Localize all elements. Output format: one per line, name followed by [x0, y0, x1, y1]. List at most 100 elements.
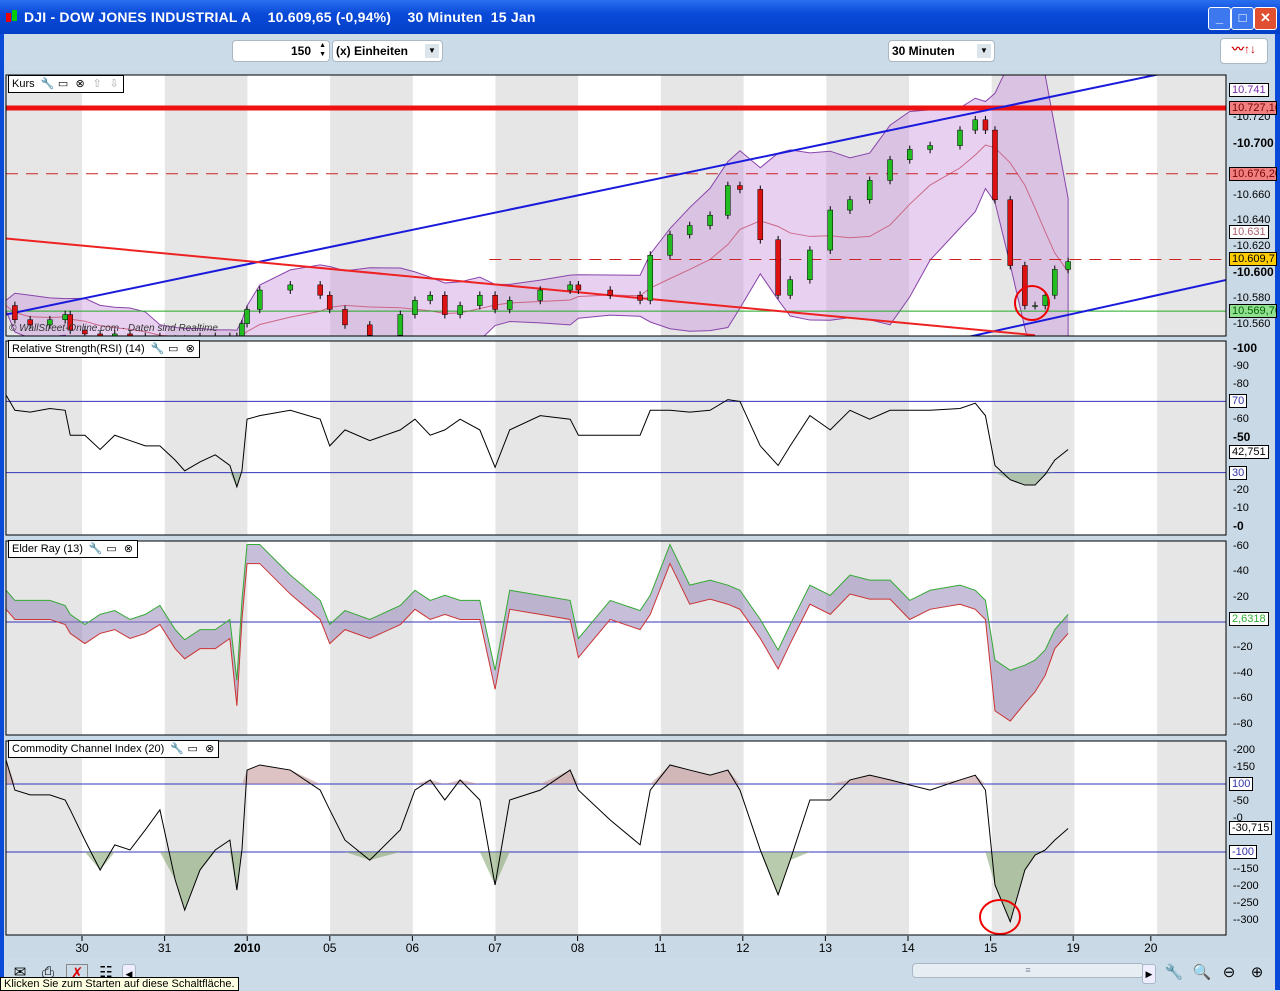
candle-body: [62, 314, 68, 320]
day-stripe: [991, 341, 1075, 535]
day-stripe: [164, 341, 248, 535]
date-label: 06: [405, 941, 420, 955]
close-circle-icon[interactable]: ⊗: [185, 343, 196, 355]
rsi-tick-label: -50: [1233, 430, 1251, 444]
day-stripe: [495, 341, 579, 535]
window-icon[interactable]: ▭: [168, 343, 179, 355]
price-value-badge: 10.609,7: [1229, 252, 1277, 267]
day-stripe: [6, 541, 82, 735]
zoom-fit-icon[interactable]: 🔍: [1192, 964, 1212, 982]
day-stripe: [1157, 75, 1226, 336]
rsi-level-badge: 70: [1229, 394, 1248, 409]
candle-body: [1065, 261, 1071, 270]
window-icon[interactable]: ▭: [58, 78, 69, 90]
candle-body: [787, 279, 793, 296]
panel-title-elder: Elder Ray (13): [12, 543, 83, 555]
candle-body: [707, 214, 713, 226]
rsi-tick-label: -60: [1233, 413, 1249, 426]
candle-body: [244, 309, 250, 324]
zoom-out-icon[interactable]: ⊖: [1219, 964, 1239, 982]
scroll-right-button[interactable]: ▶: [1142, 964, 1156, 984]
rsi-tick-label: -90: [1233, 359, 1249, 372]
panel-title-cci: Commodity Channel Index (20): [12, 743, 165, 755]
panel-title-rsi: Relative Strength(RSI) (14): [12, 343, 145, 355]
cci-tick-label: --250: [1233, 897, 1259, 909]
cci-level-badge: -100: [1229, 845, 1258, 859]
day-stripe: [330, 341, 413, 535]
panel-title-price: Kurs: [12, 78, 35, 90]
arrow-up-icon[interactable]: ⇧: [92, 78, 103, 90]
date-label: 30: [75, 941, 89, 955]
cci-tick-label: -150: [1233, 761, 1256, 773]
candle-body: [287, 284, 294, 291]
close-circle-icon[interactable]: ⊗: [75, 78, 86, 90]
date-label: 07: [488, 941, 502, 955]
price-tick-label: -10.620: [1233, 240, 1271, 253]
elder-tick-label: -40: [1233, 565, 1249, 578]
cci-last-value: -30,715: [1229, 821, 1273, 836]
day-stripe: [6, 341, 82, 535]
horizontal-scrollbar[interactable]: ≡: [912, 963, 1144, 978]
candle-body: [412, 300, 418, 315]
candle-body: [907, 149, 913, 161]
candle-body: [239, 323, 245, 336]
day-stripe: [826, 741, 909, 935]
candle-body: [397, 314, 404, 336]
candle-body: [257, 289, 263, 310]
candle-body: [807, 249, 813, 280]
close-circle-icon[interactable]: ⊗: [123, 543, 134, 555]
arrow-down-icon[interactable]: ⇩: [109, 78, 120, 90]
zoom-in-icon[interactable]: ⊕: [1247, 964, 1267, 982]
window-icon[interactable]: ▭: [106, 543, 117, 555]
candle-body: [457, 305, 463, 315]
wrench-icon[interactable]: 🔧: [41, 78, 55, 90]
candle-body: [317, 284, 323, 296]
chart-settings-icon[interactable]: 🔧: [1164, 964, 1184, 982]
rsi-tick-label: -80: [1233, 377, 1249, 390]
wrench-icon[interactable]: 🔧: [89, 543, 103, 555]
close-circle-icon[interactable]: ⊗: [204, 743, 215, 755]
day-stripe: [330, 741, 413, 935]
date-label: 05: [323, 941, 337, 955]
date-label: 2010: [233, 941, 261, 955]
price-value-badge: 10.676,20: [1229, 166, 1277, 181]
candle-body: [775, 239, 781, 296]
cci-level-badge: 100: [1229, 777, 1254, 791]
candle-body: [637, 294, 643, 301]
window-icon[interactable]: ▭: [187, 743, 198, 755]
day-stripe: [164, 741, 248, 935]
day-stripe: [826, 541, 909, 735]
candle-body: [492, 294, 498, 310]
elder-tick-label: --40: [1233, 666, 1253, 679]
price-tick-label: -10.560: [1233, 317, 1271, 330]
candle-body: [227, 337, 232, 338]
elder-tick-label: --60: [1233, 692, 1253, 705]
wrench-icon[interactable]: 🔧: [151, 343, 165, 355]
candle-body: [367, 324, 373, 336]
candle-body: [197, 337, 202, 340]
rsi-tick-label: -20: [1233, 484, 1249, 497]
candle-body: [567, 284, 573, 291]
candle-body: [957, 129, 963, 146]
candle-body: [866, 180, 873, 201]
cci-tick-label: --200: [1233, 880, 1259, 892]
elder-tick-label: -20: [1233, 590, 1249, 603]
candle-body: [647, 254, 654, 301]
candle-body: [506, 300, 513, 310]
candle-body: [686, 225, 693, 235]
candle-body: [1007, 199, 1013, 266]
date-label: 20: [1144, 941, 1158, 955]
wrench-icon[interactable]: 🔧: [170, 743, 184, 755]
panel-header-rsi: Relative Strength(RSI) (14) 🔧 ▭ ⊗: [8, 340, 200, 358]
rsi-tick-label: -0: [1233, 519, 1244, 533]
date-label: 13: [818, 941, 833, 955]
candle-body: [1022, 265, 1028, 306]
elder-tick-label: --20: [1233, 641, 1253, 654]
candle-body: [342, 309, 348, 326]
cci-tick-label: --150: [1233, 863, 1259, 875]
day-stripe: [164, 75, 248, 336]
panel-header-cci: Commodity Channel Index (20) 🔧 ▭ ⊗: [8, 740, 220, 758]
candle-body: [972, 119, 979, 131]
candle-body: [827, 209, 834, 251]
price-value-badge: 10.569,70: [1229, 304, 1277, 319]
